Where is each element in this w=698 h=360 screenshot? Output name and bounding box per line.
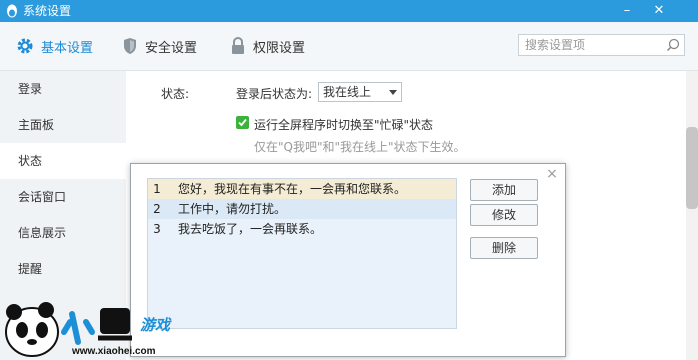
sidebar-item-info-display[interactable]: 信息展示 bbox=[0, 215, 126, 251]
add-button[interactable]: 添加 bbox=[470, 179, 538, 201]
tab-basic-settings[interactable]: 基本设置 bbox=[16, 22, 93, 70]
list-item[interactable]: 1 您好，我现在有事不在，一会再和您联系。 bbox=[148, 179, 456, 199]
row-number: 1 bbox=[153, 182, 161, 196]
sidebar-item-reminder[interactable]: 提醒 bbox=[0, 251, 126, 287]
xiaohei-watermark-logo: 游戏 www.xiaohei.com bbox=[5, 302, 172, 357]
tab-label: 基本设置 bbox=[41, 40, 94, 56]
row-number: 2 bbox=[153, 202, 161, 216]
list-item[interactable]: 3 我去吃饭了，一会再联系。 bbox=[148, 219, 456, 239]
close-dialog-button[interactable]: × bbox=[545, 167, 559, 181]
shield-icon bbox=[124, 38, 136, 54]
fullscreen-busy-checkbox[interactable] bbox=[236, 116, 249, 129]
row-text: 您好，我现在有事不在，一会再和您联系。 bbox=[178, 182, 407, 196]
gear-icon bbox=[17, 38, 33, 54]
login-status-select[interactable]: 我在线上 bbox=[318, 82, 402, 102]
content-scrollbar[interactable] bbox=[686, 71, 698, 360]
tab-security-settings[interactable]: 安全设置 bbox=[122, 22, 197, 70]
window-title: 系统设置 bbox=[23, 4, 72, 18]
after-login-status-label: 登录后状态为: bbox=[236, 87, 313, 101]
checkmark-icon bbox=[238, 118, 247, 127]
sidebar-item-status[interactable]: 状态 bbox=[0, 143, 126, 179]
title-bar: 系统设置 – ✕ bbox=[0, 0, 698, 22]
lock-icon bbox=[232, 37, 244, 54]
fullscreen-busy-label: 运行全屏程序时切换至"忙碌"状态 bbox=[254, 118, 434, 132]
tab-label: 权限设置 bbox=[253, 40, 306, 56]
svg-text:游戏: 游戏 bbox=[140, 317, 172, 334]
svg-text:www.xiaohei.com: www.xiaohei.com bbox=[71, 346, 156, 357]
list-item[interactable]: 2 工作中，请勿打扰。 bbox=[148, 199, 456, 219]
search-input[interactable] bbox=[525, 37, 665, 53]
sidebar-item-chat-window[interactable]: 会话窗口 bbox=[0, 179, 126, 215]
tab-label: 安全设置 bbox=[145, 40, 198, 56]
row-text: 工作中，请勿打扰。 bbox=[178, 202, 287, 216]
search-icon[interactable] bbox=[666, 38, 680, 52]
scrollbar-thumb[interactable] bbox=[686, 127, 698, 209]
qq-penguin-icon bbox=[7, 4, 17, 18]
row-text: 我去吃饭了，一会再联系。 bbox=[178, 222, 323, 236]
status-section-label: 状态: bbox=[161, 87, 190, 101]
tab-permission-settings[interactable]: 权限设置 bbox=[230, 22, 305, 70]
status-hint: 仅在"Q我吧"和"我在线上"状态下生效。 bbox=[254, 140, 466, 154]
row-number: 3 bbox=[153, 222, 161, 236]
settings-search[interactable] bbox=[518, 34, 685, 56]
login-status-value: 我在线上 bbox=[323, 85, 372, 99]
minimize-button[interactable]: – bbox=[612, 0, 642, 22]
sidebar-item-login[interactable]: 登录 bbox=[0, 71, 126, 107]
settings-toolbar: 基本设置 安全设置 权限设置 bbox=[0, 22, 698, 71]
chevron-down-icon bbox=[389, 90, 397, 95]
sidebar-item-main-panel[interactable]: 主面板 bbox=[0, 107, 126, 143]
close-window-button[interactable]: ✕ bbox=[644, 0, 674, 22]
delete-button[interactable]: 删除 bbox=[470, 237, 538, 259]
edit-button[interactable]: 修改 bbox=[470, 204, 538, 226]
